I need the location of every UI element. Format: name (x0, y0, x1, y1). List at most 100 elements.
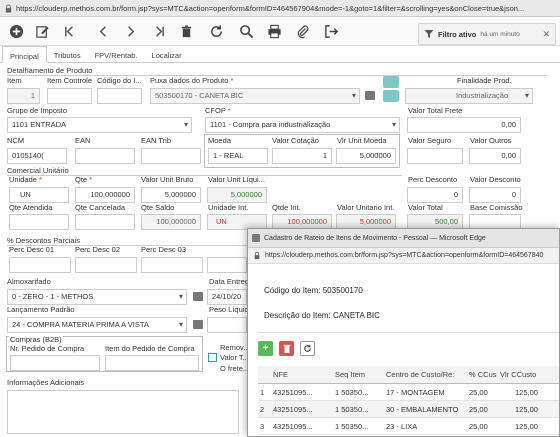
qte-field[interactable]: 100,000000 (75, 187, 135, 203)
perc-desc-04-field[interactable] (207, 257, 247, 273)
col-nfe[interactable]: NFE (273, 366, 331, 384)
col-seq-item[interactable]: Seq Item (335, 366, 385, 384)
table-row[interactable]: 1 43251095... 1 50350... 17 - MONTAGEM 2… (258, 384, 559, 401)
frete-label: O frete... (220, 364, 250, 373)
popup-title-bar: Cadastro de Rateio de Itens de Movimento… (248, 229, 559, 248)
qte-atendida-field[interactable] (9, 214, 69, 230)
popup-url: https://clouderp.methos.com.br/form.jsp?… (265, 252, 544, 259)
item-pedido-field[interactable] (105, 355, 199, 371)
perc-desconto-field[interactable]: 0 (407, 187, 463, 203)
ean-field[interactable] (75, 148, 135, 164)
tab-principal[interactable]: Principal (2, 46, 47, 63)
valor-t-checkbox[interactable] (208, 353, 217, 362)
valor-t-label: Valor T... (220, 353, 249, 362)
valor-outros-label: Valor Outros (470, 136, 512, 145)
codigo-field[interactable] (97, 88, 142, 104)
browser-url-bar[interactable]: https://clouderp.methos.com.br/form.jsp?… (0, 0, 560, 17)
popup-url-bar[interactable]: https://clouderp.methos.com.br/form.jsp?… (248, 248, 559, 264)
lancamento-select[interactable]: 24 - COMPRA MATERIA PRIMA A VISTA (7, 317, 187, 333)
perc-desc-02-field[interactable] (75, 257, 137, 273)
item-controle-field[interactable] (47, 88, 92, 104)
url-text: https://clouderp.methos.com.br/form.jsp?… (16, 3, 525, 13)
tab-fpv-rentab[interactable]: FPV/Rentab. (88, 46, 145, 63)
valor-unit-bruto-field[interactable]: 5,000000 (141, 187, 201, 203)
perc-desc-01-field[interactable] (9, 257, 71, 273)
refresh-icon[interactable] (208, 23, 225, 40)
attach-icon[interactable] (294, 23, 311, 40)
trash-icon (283, 344, 290, 353)
prev-icon[interactable] (95, 23, 112, 40)
nr-pedido-field[interactable] (10, 355, 100, 371)
item-controle-label: Item Controle (47, 76, 93, 85)
finalidade-label: Finalidade Prod. (457, 76, 512, 85)
info-adicionais-textarea[interactable] (7, 390, 239, 434)
valor-total-label: Valor Total (408, 203, 443, 212)
ean-trib-field[interactable] (141, 148, 201, 164)
puxa-dados-label: Puxa dados do Produto * (150, 76, 234, 85)
next-icon[interactable] (122, 23, 139, 40)
delete-icon[interactable] (178, 23, 195, 40)
calculator-icon[interactable] (193, 292, 203, 301)
peso-liquido-field[interactable] (207, 317, 247, 333)
vlr-unit-moeda-field[interactable]: 5,000000 (336, 148, 396, 164)
perc-desc-02-label: Perc Desc 02 (75, 245, 121, 254)
popup-title: Cadastro de Rateio de Itens de Movimento… (264, 234, 486, 242)
teal-action-button-2[interactable] (383, 90, 399, 102)
ncm-field[interactable]: 0105140( (7, 148, 67, 164)
item-label: Item (7, 76, 22, 85)
table-row[interactable]: 3 43251095... 1 50350... 23 - LIXA 25,00… (258, 418, 559, 435)
col-perc-ccus[interactable]: % CCus (469, 366, 499, 384)
grupo-imposto-select[interactable]: 1101 ENTRADA (7, 117, 192, 133)
teal-action-button-1[interactable] (383, 76, 399, 88)
col-vlr-ccusto[interactable]: Vlr CCusto (500, 366, 559, 384)
data-entrega-field[interactable]: 24/10/20 (207, 289, 247, 305)
print-icon[interactable] (266, 23, 283, 40)
finalidade-select[interactable]: Industrialização (405, 88, 533, 104)
cell-nfe: 43251095... (273, 422, 313, 431)
cfop-select[interactable]: 1101 - Compra para industrialização (205, 117, 400, 133)
add-button[interactable]: + (258, 341, 273, 356)
cell-perc: 25,00 (469, 405, 488, 414)
compras-label: Compras (B2B) (9, 335, 63, 344)
refresh-icon (304, 344, 311, 352)
cell-nfe: 43251095... (273, 388, 313, 397)
cell-centro: 17 - MONTAGEM (386, 388, 445, 397)
valor-seguro-field[interactable] (407, 148, 463, 164)
search-icon[interactable] (238, 23, 255, 40)
table-row[interactable]: 2 43251095... 1 50350... 30 - EMBALAMENT… (258, 401, 559, 418)
edit-icon[interactable] (34, 23, 51, 40)
cell-seq: 1 50350... (335, 405, 369, 414)
cell-nfe: 43251095... (273, 405, 313, 414)
col-centro-custo[interactable]: Centro de Custo/Re: (386, 366, 474, 384)
tab-localizar[interactable]: Localizar (145, 46, 189, 63)
close-icon[interactable]: ✕ (542, 29, 550, 40)
delete-button[interactable] (279, 341, 294, 356)
section-detalhamento: Detalhamento de Produto (7, 66, 547, 76)
app-icon (252, 234, 260, 242)
filter-active-badge[interactable]: Filtro ativo há um minuto ✕ (418, 23, 556, 45)
perc-desc-03-field[interactable] (141, 257, 203, 273)
valor-cotacao-field[interactable]: 1 (272, 148, 332, 164)
unidade-field[interactable]: UN (9, 187, 69, 203)
valor-outros-field[interactable]: 0,00 (469, 148, 521, 164)
add-icon[interactable] (8, 23, 25, 40)
valor-desconto-field[interactable]: 0 (469, 187, 521, 203)
puxa-dados-select[interactable]: 503500170 - CANETA BIC (150, 88, 360, 104)
moeda-field[interactable]: 1 - REAL (208, 148, 268, 164)
perc-desconto-label: Perc Desconto (408, 175, 458, 184)
calculator-icon[interactable] (365, 91, 375, 100)
popup-descricao-row: Descrição do Item: CANETA BIC (264, 311, 380, 320)
refresh-button[interactable] (300, 341, 315, 356)
lock-icon (254, 251, 260, 260)
qte-cancelada-field[interactable] (75, 214, 135, 230)
almoxarifado-select[interactable]: 0 - ZERO - 1 - METHOS (7, 289, 187, 305)
forward-icon[interactable] (150, 23, 167, 40)
valor-total-frete-field[interactable]: 0,00 (407, 117, 521, 133)
row-number: 2 (260, 405, 265, 414)
valor-unit-liquido-field: 5,000000 (207, 187, 267, 203)
back-icon[interactable] (62, 23, 79, 40)
calculator-icon[interactable] (193, 320, 203, 329)
tab-tributos[interactable]: Tributos (47, 46, 88, 63)
item-field[interactable]: 1 (7, 88, 40, 104)
exit-icon[interactable] (323, 23, 340, 40)
